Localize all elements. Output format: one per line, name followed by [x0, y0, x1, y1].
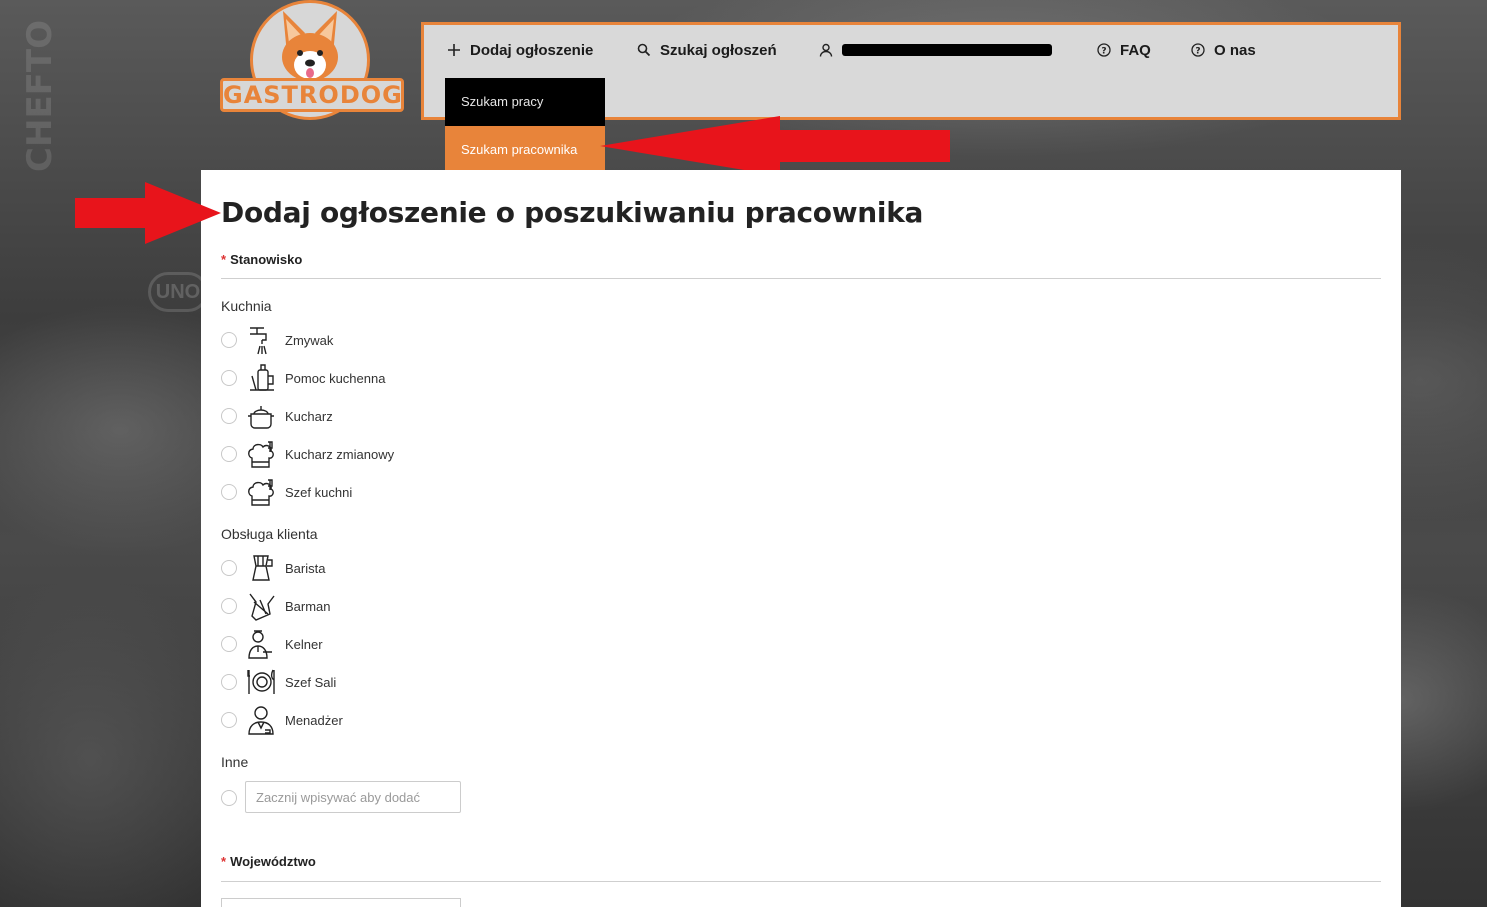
position-field-label: * Stanowisko [221, 252, 302, 267]
option-label: Szef Sali [285, 674, 337, 690]
radio-button[interactable] [221, 332, 237, 348]
option-barista[interactable]: Barista [221, 551, 621, 585]
radio-button[interactable] [221, 484, 237, 500]
cleaning-supplies-icon [245, 362, 277, 394]
help-circle-icon: ? [1096, 42, 1112, 58]
bottles-icon [245, 590, 277, 622]
option-label: Szef kuchni [285, 484, 353, 500]
background-text: CHEFTO [20, 20, 60, 172]
option-bartender[interactable]: Barman [221, 589, 621, 623]
option-label: Menadżer [285, 712, 343, 728]
manager-icon [245, 704, 277, 736]
radio-button[interactable] [221, 790, 237, 806]
option-waiter[interactable]: Kelner [221, 627, 621, 661]
option-label: Kelner [285, 636, 323, 652]
option-label: Zmywak [285, 332, 334, 348]
radio-button[interactable] [221, 408, 237, 424]
radio-button[interactable] [221, 598, 237, 614]
option-label: Kucharz zmianowy [285, 446, 395, 462]
option-shift-cook[interactable]: Kucharz zmianowy [221, 437, 621, 471]
other-position-input[interactable] [245, 781, 461, 813]
faucet-icon [245, 324, 277, 356]
chef-hat-icon [245, 438, 277, 470]
chef-hat-icon [245, 476, 277, 508]
dropdown-item-looking-for-job[interactable]: Szukam pracy [445, 78, 605, 126]
nav-about[interactable]: ? O nas [1190, 39, 1256, 61]
position-label-text: Stanowisko [230, 252, 303, 267]
nav-faq[interactable]: ? FAQ [1096, 39, 1151, 61]
nav-search-listings-label: Szukaj ogłoszeń [660, 41, 777, 59]
logo-wordmark: GASTRODOG [220, 78, 404, 112]
background-brand: UNO [148, 272, 208, 312]
option-manager[interactable]: Menadżer [221, 703, 621, 737]
voivodeship-field-label: * Województwo [221, 854, 316, 869]
plus-icon [446, 42, 462, 58]
nav-about-label: O nas [1214, 41, 1256, 59]
option-head-waiter[interactable]: Szef Sali [221, 665, 621, 699]
group-label-other: Inne [221, 754, 249, 770]
user-icon [818, 42, 834, 58]
voivodeship-label-text: Województwo [230, 854, 316, 869]
plate-cutlery-icon [245, 666, 277, 698]
coffee-maker-icon [245, 552, 277, 584]
required-marker: * [221, 252, 227, 267]
group-label-customer-service: Obsługa klienta [221, 526, 318, 542]
radio-button[interactable] [221, 370, 237, 386]
option-cook[interactable]: Kucharz [221, 399, 621, 433]
page-title: Dodaj ogłoszenie o poszukiwaniu pracowni… [221, 196, 924, 229]
nav-faq-label: FAQ [1120, 41, 1151, 59]
annotation-arrow-right [75, 182, 221, 244]
nav-add-listing[interactable]: Dodaj ogłoszenie [446, 39, 593, 61]
radio-button[interactable] [221, 712, 237, 728]
form-panel: Dodaj ogłoszenie o poszukiwaniu pracowni… [201, 170, 1401, 907]
group-label-kitchen: Kuchnia [221, 298, 272, 314]
voivodeship-select[interactable] [221, 898, 461, 907]
waiter-icon [245, 628, 277, 660]
required-marker: * [221, 854, 227, 869]
option-dishwasher[interactable]: Zmywak [221, 323, 621, 357]
option-label: Barman [285, 598, 331, 614]
svg-text:?: ? [1101, 47, 1106, 57]
option-label: Kucharz [285, 408, 333, 424]
nav-add-listing-label: Dodaj ogłoszenie [470, 41, 594, 59]
site-logo[interactable]: GASTRODOG [220, 0, 404, 120]
nav-account[interactable] [818, 39, 1052, 61]
nav-search-listings[interactable]: Szukaj ogłoszeń [636, 39, 777, 61]
dropdown-item-looking-for-employee[interactable]: Szukam pracownika [445, 126, 605, 174]
search-icon [636, 42, 652, 58]
add-listing-dropdown: Szukam pracy Szukam pracownika [445, 78, 605, 174]
svg-text:?: ? [1195, 47, 1200, 57]
cooking-pot-icon [245, 400, 277, 432]
help-circle-icon: ? [1190, 42, 1206, 58]
option-label: Barista [285, 560, 326, 576]
radio-button[interactable] [221, 674, 237, 690]
radio-button[interactable] [221, 636, 237, 652]
option-head-chef[interactable]: Szef kuchni [221, 475, 621, 509]
corgi-icon [282, 11, 338, 81]
option-kitchen-help[interactable]: Pomoc kuchenna [221, 361, 621, 395]
radio-button[interactable] [221, 446, 237, 462]
divider [221, 278, 1381, 279]
divider [221, 881, 1381, 882]
redacted-email [842, 44, 1052, 56]
radio-button[interactable] [221, 560, 237, 576]
option-label: Pomoc kuchenna [285, 370, 386, 386]
